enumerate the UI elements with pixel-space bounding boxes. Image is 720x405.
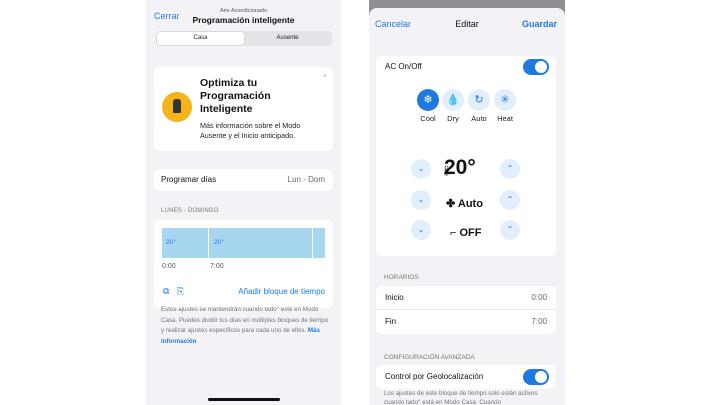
header: Cerrar Aire Acondicionado Programación i… [146,0,341,30]
device-subtitle: Aire Acondicionado [219,8,268,14]
geolocation-row: Control por Geolocalización [376,365,556,389]
tab-home[interactable]: Casa [157,32,244,45]
start-label: Inicio [385,293,404,302]
smart-schedule-screen: Cerrar Aire Acondicionado Programación i… [146,0,341,405]
fan-down-button[interactable]: ⌄ [411,190,431,210]
mode-heat[interactable]: ✳ Heat [494,89,516,123]
end-value: 7:00 [531,317,547,326]
heat-icon: ✳ [494,89,516,111]
footer-text: Estos ajustes se mantendrán cuando tado°… [161,306,329,334]
screen: Cerrar Aire Acondicionado Programación i… [0,0,720,405]
footer-note: Estos ajustes se mantendrán cuando tado°… [161,305,329,347]
temp-down-button[interactable]: ⌄ [411,159,431,179]
ac-settings-card: AC On/Off ❄ Cool 💧 Dry ↻ Auto ✳ Heat ⌄ 🌡… [376,56,556,256]
block-time-2: 7:00 [210,263,224,270]
end-label: Fin [385,317,397,326]
tab-away[interactable]: Ausente [244,32,331,45]
promo-text: Más información sobre el Modo Ausente y … [200,121,301,140]
home-away-segmented-control: Casa Ausente [156,31,332,46]
edit-block-screen: Cancelar Editar Guardar AC On/Off ❄ Cool… [369,0,565,405]
temperature-value: 20° [444,156,476,179]
lightbulb-icon [162,92,192,122]
ac-toggle-label: AC On/Off [385,62,422,71]
promo-card[interactable]: Optimiza tu Programación Inteligente Más… [154,67,333,151]
temp-up-button[interactable]: ⌃ [500,159,520,179]
save-button[interactable]: Guardar [522,19,557,29]
edit-sheet: Cancelar Editar Guardar AC On/Off ❄ Cool… [369,8,565,405]
block-divider [312,228,313,258]
program-days-row[interactable]: Programar días Lun - Dom [154,169,333,191]
swing-setting: ⌐ OFF [450,227,481,239]
close-icon[interactable]: × [323,73,327,80]
start-value: 0:00 [531,293,547,302]
swing-value: OFF [459,227,482,239]
program-days-label: Programar días [161,175,217,184]
mode-auto[interactable]: ↻ Auto [468,89,490,123]
program-days-value: Lun - Dom [287,175,325,184]
fan-speed: ✤ Auto [446,197,483,210]
section-header-advanced: CONFIGURACIÓN AVANZADA [384,354,475,361]
mode-label: Heat [497,114,513,123]
block-divider [208,228,209,258]
schedule-card: 20° 20° 0:00 7:00 ⧉ ⎘ Añadir bloque de t… [154,220,333,308]
block-time-1: 0:00 [162,263,176,270]
add-time-block-button[interactable]: Añadir bloque de tiempo [238,287,325,296]
block-temp-2[interactable]: 20° [214,239,224,246]
copy-icon[interactable]: ⧉ ⎘ [163,286,184,297]
drop-icon: 💧 [442,89,464,111]
ac-power-toggle[interactable] [523,59,549,75]
snowflake-icon: ❄ [417,89,439,111]
section-header-schedule: HORARIOS [384,274,419,281]
fan-icon: ✤ [446,198,458,210]
promo-title: Optimiza tu Programación Inteligente [200,77,271,115]
schedule-timeline[interactable]: 20° 20° [162,228,325,258]
auto-icon: ↻ [468,89,490,111]
geolocation-label: Control por Geolocalización [385,372,484,381]
swing-down-button[interactable]: ⌄ [411,220,431,240]
fan-up-button[interactable]: ⌃ [500,190,520,210]
page-title: Programación inteligente [192,15,295,25]
geolocation-toggle[interactable] [523,369,549,385]
swing-up-button[interactable]: ⌃ [500,220,520,240]
home-indicator [208,398,280,401]
end-time-row[interactable]: Fin 7:00 [376,310,556,334]
section-header: LUNES - DOMINGO [161,208,219,214]
mode-dry[interactable]: 💧 Dry [442,89,464,123]
start-time-row[interactable]: Inicio 0:00 [376,286,556,310]
block-temp-1[interactable]: 20° [166,239,176,246]
advanced-footer: Los ajustes de este bloque de tiempo sol… [384,390,538,405]
fan-value: Auto [457,198,483,210]
